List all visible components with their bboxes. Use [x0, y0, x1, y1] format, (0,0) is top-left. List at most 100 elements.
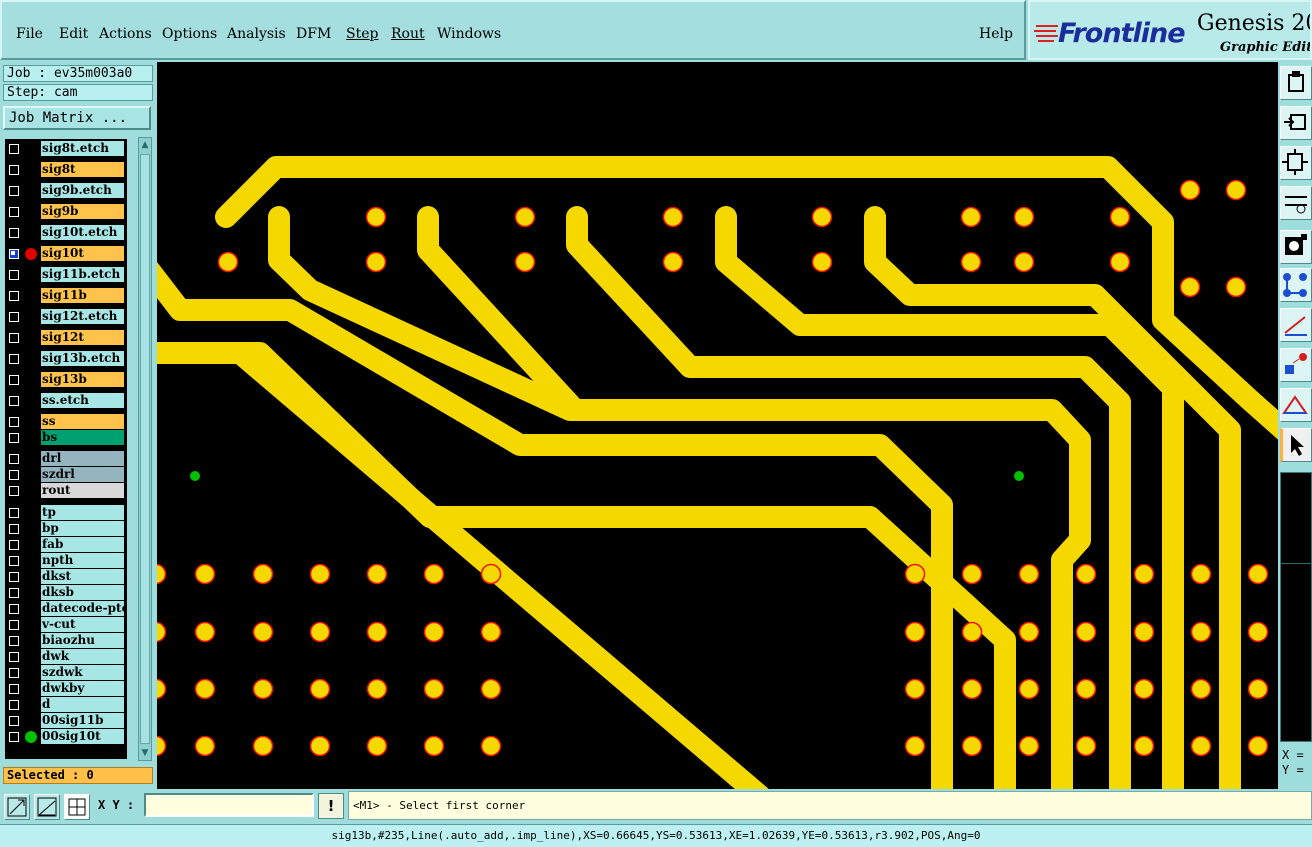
via-pad[interactable]	[194, 678, 216, 700]
via-pad[interactable]	[1018, 563, 1040, 585]
layer-checkbox[interactable]	[9, 652, 19, 662]
via-pad[interactable]	[480, 621, 502, 643]
layer-checkbox[interactable]	[9, 249, 19, 259]
xy-input[interactable]	[144, 793, 314, 817]
layer-checkbox[interactable]	[9, 228, 19, 238]
via-pad[interactable]	[1013, 206, 1035, 228]
layer-name[interactable]: d	[41, 697, 124, 712]
layer-row[interactable]: fab	[5, 537, 127, 553]
via-pad[interactable]	[480, 735, 502, 757]
via-pad[interactable]	[194, 735, 216, 757]
layer-name[interactable]: szdrl	[41, 467, 124, 482]
via-pad[interactable]	[514, 251, 536, 273]
layer-checkbox[interactable]	[9, 556, 19, 566]
via-pad[interactable]	[190, 471, 200, 481]
zoom-home-icon[interactable]	[1280, 146, 1312, 180]
via-pad[interactable]	[514, 206, 536, 228]
menu-options[interactable]: Options	[162, 26, 217, 42]
angle-snap-icon[interactable]	[34, 794, 60, 820]
zoom-window-icon[interactable]	[4, 794, 30, 820]
via-pad[interactable]	[157, 735, 167, 757]
layer-row[interactable]: sig8t	[5, 162, 127, 178]
menu-file[interactable]: File	[16, 26, 43, 42]
layer-checkbox[interactable]	[9, 312, 19, 322]
layer-checkbox[interactable]	[9, 700, 19, 710]
menu-dfm[interactable]: DFM	[296, 26, 331, 42]
layer-row[interactable]: d	[5, 697, 127, 713]
via-pad[interactable]	[309, 735, 331, 757]
layer-name[interactable]: datecode-ptc	[41, 601, 124, 616]
layer-row[interactable]: sig13b.etch	[5, 351, 127, 367]
via-pad[interactable]	[1225, 179, 1247, 201]
layer-name[interactable]: sig11b.etch	[41, 267, 124, 282]
layer-checkbox[interactable]	[9, 270, 19, 280]
via-pad[interactable]	[1247, 735, 1269, 757]
via-pad[interactable]	[904, 678, 926, 700]
layer-name[interactable]: dwk	[41, 649, 124, 664]
via-pad[interactable]	[1179, 179, 1201, 201]
via-pad[interactable]	[904, 621, 926, 643]
via-pad[interactable]	[1075, 678, 1097, 700]
via-pad[interactable]	[1247, 621, 1269, 643]
layer-row[interactable]: sig11b	[5, 288, 127, 304]
via-pad[interactable]	[960, 206, 982, 228]
via-pad[interactable]	[423, 735, 445, 757]
layer-checkbox[interactable]	[9, 604, 19, 614]
layer-checkbox[interactable]	[9, 716, 19, 726]
via-pad[interactable]	[252, 563, 274, 585]
layer-name[interactable]: sig13b	[41, 372, 124, 387]
via-pad[interactable]	[811, 251, 833, 273]
via-pad[interactable]	[1013, 251, 1035, 273]
clipboard-icon[interactable]	[1280, 66, 1312, 100]
via-pad[interactable]	[1014, 471, 1024, 481]
layer-checkbox[interactable]	[9, 486, 19, 496]
via-pad[interactable]	[1018, 678, 1040, 700]
layer-row[interactable]: drl	[5, 451, 127, 467]
job-matrix-button[interactable]: Job Matrix ...	[3, 106, 151, 130]
layer-name[interactable]: sig9b	[41, 204, 124, 219]
via-pad[interactable]	[1225, 276, 1247, 298]
layer-checkbox[interactable]	[9, 333, 19, 343]
via-pad[interactable]	[1179, 276, 1201, 298]
layer-checkbox[interactable]	[9, 588, 19, 598]
layer-row[interactable]: sig12t	[5, 330, 127, 346]
via-pad[interactable]	[423, 621, 445, 643]
layer-name[interactable]: npth	[41, 553, 124, 568]
layer-checkbox[interactable]	[9, 572, 19, 582]
layer-name[interactable]: sig12t	[41, 330, 124, 345]
layer-name[interactable]: sig8t.etch	[41, 141, 124, 156]
layer-row[interactable]: bs	[5, 430, 127, 446]
via-pad[interactable]	[1133, 735, 1155, 757]
layer-row[interactable]: dwk	[5, 649, 127, 665]
layer-checkbox[interactable]	[9, 732, 19, 742]
via-pad[interactable]	[252, 678, 274, 700]
layer-name[interactable]: bp	[41, 521, 124, 536]
via-pad[interactable]	[480, 563, 502, 585]
menu-analysis[interactable]: Analysis	[227, 26, 286, 42]
via-pad[interactable]	[366, 621, 388, 643]
layer-row[interactable]: bp	[5, 521, 127, 537]
via-pad[interactable]	[1190, 735, 1212, 757]
layer-name[interactable]: ss	[41, 414, 124, 429]
layer-name[interactable]: v-cut	[41, 617, 124, 632]
layer-checkbox[interactable]	[9, 144, 19, 154]
layer-row[interactable]: datecode-ptc	[5, 601, 127, 617]
via-pad[interactable]	[960, 251, 982, 273]
layer-name[interactable]: tp	[41, 505, 124, 520]
via-pad[interactable]	[309, 678, 331, 700]
layer-row[interactable]: szdwk	[5, 665, 127, 681]
via-pad[interactable]	[1133, 678, 1155, 700]
pad-snap-icon[interactable]	[1280, 230, 1312, 264]
layer-row[interactable]: sig10t	[5, 246, 127, 262]
via-pad[interactable]	[961, 735, 983, 757]
via-pad[interactable]	[480, 678, 502, 700]
via-pad[interactable]	[252, 621, 274, 643]
layer-name[interactable]: bs	[41, 430, 124, 445]
layer-name[interactable]: sig8t	[41, 162, 124, 177]
layer-checkbox[interactable]	[9, 186, 19, 196]
via-pad[interactable]	[1075, 621, 1097, 643]
via-pad[interactable]	[423, 563, 445, 585]
layer-checkbox[interactable]	[9, 291, 19, 301]
layer-row[interactable]: npth	[5, 553, 127, 569]
via-pad[interactable]	[366, 735, 388, 757]
